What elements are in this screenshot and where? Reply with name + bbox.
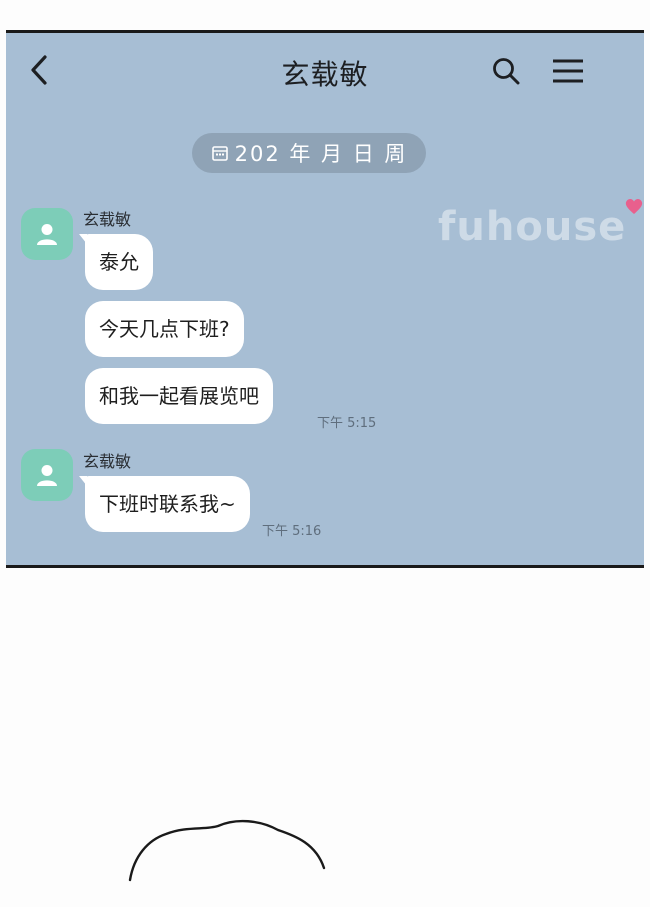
search-icon	[493, 58, 520, 85]
date-divider: 202 年 月 日 周	[192, 133, 426, 173]
sketch-outline	[128, 819, 326, 882]
message-bubble[interactable]: 今天几点下班?	[85, 301, 244, 357]
person-icon	[37, 224, 57, 245]
hamburger-menu-icon	[553, 59, 583, 83]
date-text: 202 年 月 日 周	[234, 142, 408, 166]
heart-icon	[625, 199, 643, 214]
menu-button[interactable]	[550, 53, 586, 89]
message-bubble[interactable]: 下班时联系我~	[79, 476, 250, 532]
sender-name: 玄载敏	[83, 210, 132, 229]
person-icon	[37, 465, 57, 486]
watermark: fuhouse	[438, 204, 627, 250]
avatar[interactable]	[21, 449, 73, 501]
chat-screen: 玄载敏 202 年 月 日 周 fuhouse 玄载敏 泰允 今天几点下班? 和…	[6, 30, 644, 568]
chat-header: 玄载敏	[6, 33, 644, 111]
avatar[interactable]	[21, 208, 73, 260]
message-time: 下午 5:16	[262, 524, 322, 539]
sender-name: 玄载敏	[83, 452, 132, 471]
message-bubble[interactable]: 和我一起看展览吧	[85, 368, 273, 424]
search-button[interactable]	[488, 53, 524, 89]
calendar-icon	[211, 146, 228, 161]
message-time: 下午 5:15	[317, 416, 377, 431]
chat-title: 玄载敏	[281, 58, 369, 91]
message-bubble[interactable]: 泰允	[79, 234, 153, 290]
